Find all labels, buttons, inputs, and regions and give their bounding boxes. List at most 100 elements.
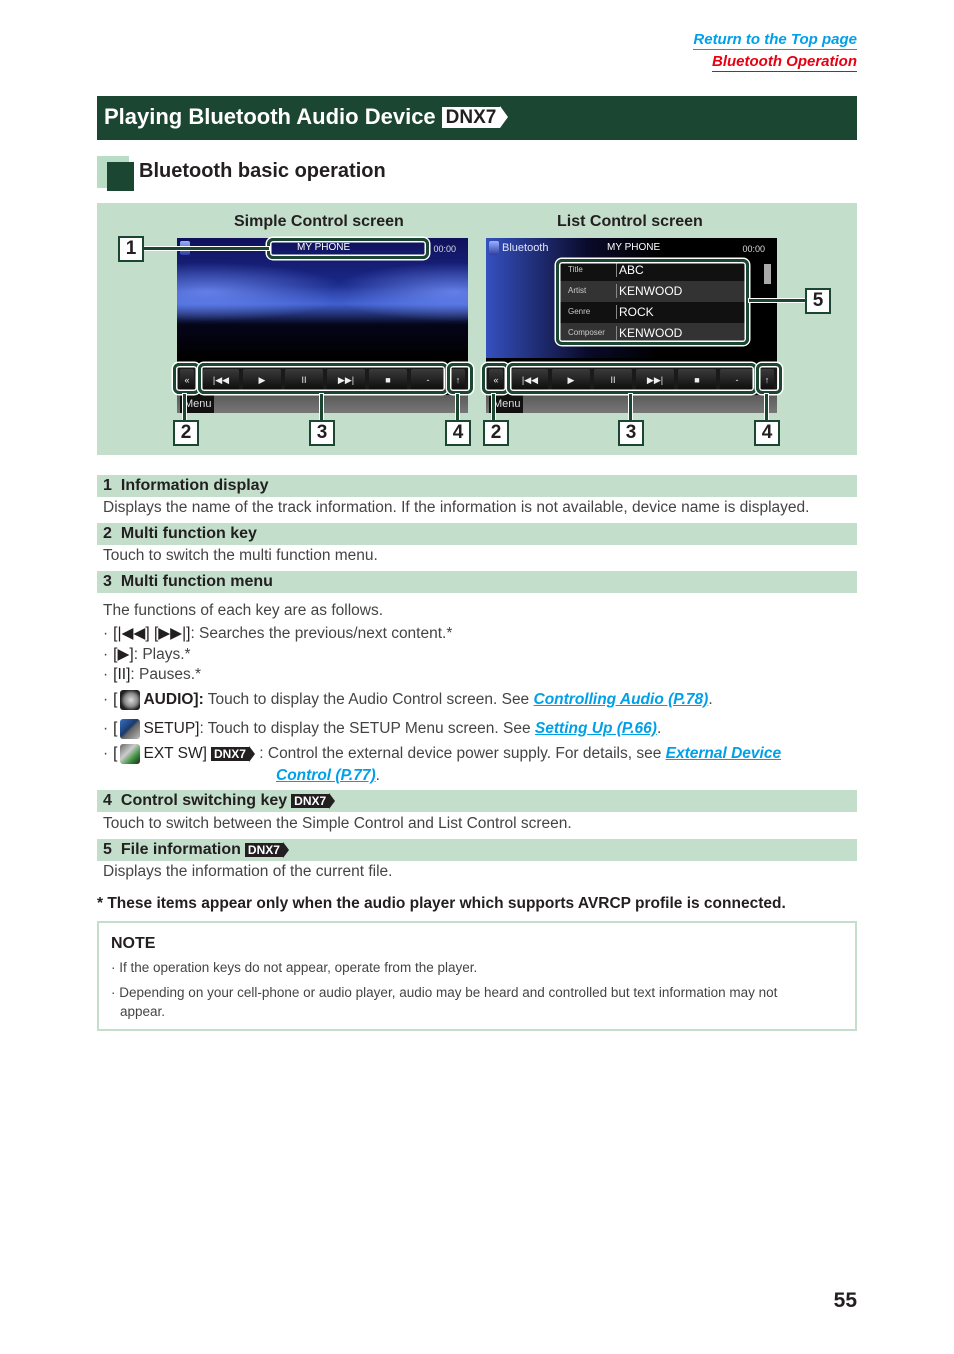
function-list-item-continued: Control (P.77) . [276, 767, 380, 785]
bullet-dot: · [103, 645, 109, 663]
callout-line-1 [143, 247, 269, 250]
avrcp-footnote: * These items appear only when the audio… [97, 895, 786, 912]
callout-box-1 [267, 238, 429, 259]
callout-box-4 [756, 363, 782, 394]
note-box: NOTE · If the operation keys do not appe… [97, 921, 857, 1031]
bullet-dot: · [103, 720, 109, 737]
bracket: [ [113, 745, 118, 762]
callout-2: 2 [173, 420, 199, 446]
item-title: File information [120, 841, 241, 858]
setup-icon [120, 719, 141, 739]
simple-control-label: Simple Control screen [234, 213, 404, 230]
play-time: 00:00 [742, 244, 765, 254]
function-text: : Pauses.* [130, 666, 202, 683]
callout-box-3 [198, 363, 448, 394]
function-list-item: · [II] : Pauses.* [103, 666, 201, 684]
item-title: Multi function menu [120, 573, 273, 590]
function-key: [|◀◀] [▶▶|] [113, 625, 191, 642]
bullet-dot: · [103, 624, 109, 642]
item-title: Multi function key [120, 525, 257, 542]
item-description: Touch to switch between the Simple Contr… [103, 815, 572, 832]
callout-line-3 [629, 394, 632, 421]
item-number: 1 [103, 477, 112, 494]
callout-box-5 [556, 259, 749, 345]
item-number: 3 [103, 573, 112, 590]
function-key: EXT SW] [143, 745, 207, 762]
return-to-top-link[interactable]: Return to the Top page [693, 31, 857, 50]
bullet-dot: · [103, 745, 109, 762]
callout-3: 3 [309, 420, 335, 446]
page-title-text: Playing Bluetooth Audio Device [104, 104, 436, 129]
item-number: 5 [103, 841, 112, 858]
callout-line-4 [456, 394, 459, 421]
callout-line-2 [183, 394, 186, 421]
punctuation: . [375, 767, 380, 784]
note-title: NOTE [111, 935, 156, 952]
model-badge: DNX7 [210, 746, 255, 762]
function-text: : Plays.* [133, 645, 191, 663]
callout-box-2 [173, 363, 200, 394]
scrollbar-thumb[interactable] [764, 264, 771, 284]
bracket: [ [113, 720, 118, 737]
function-list-item: · [ EXT SW] DNX7 : Control the external … [103, 744, 781, 764]
badge-arrow-icon [500, 106, 509, 128]
function-text: : Searches the previous/next content.* [190, 624, 453, 642]
source-label: Bluetooth [502, 242, 549, 254]
function-list-item: · [ AUDIO]: Touch to display the Audio C… [103, 690, 713, 710]
function-text: : Control the external device power supp… [254, 745, 666, 762]
item-description: The functions of each key are as follows… [103, 602, 384, 619]
function-key: [II] [113, 666, 131, 683]
model-badge-text: DNX7 [441, 106, 501, 128]
page-title: Playing Bluetooth Audio Device DNX7 [104, 104, 509, 130]
model-badge-text: DNX7 [291, 794, 330, 808]
callout-5: 5 [805, 288, 831, 314]
external-device-control-link[interactable]: Control (P.77) [276, 767, 376, 785]
screens-figure: Simple Control screen List Control scree… [97, 203, 857, 455]
function-key: SETUP] [143, 720, 200, 737]
callout-line-2 [492, 394, 495, 421]
ext-sw-icon [120, 744, 141, 764]
note-item-text: If the operation keys do not appear, ope… [119, 960, 478, 975]
note-item-continued: appear. [120, 1004, 166, 1019]
model-badge-text: DNX7 [244, 843, 283, 857]
callout-2: 2 [483, 420, 509, 446]
callout-1: 1 [118, 236, 144, 262]
external-device-control-link[interactable]: External Device [666, 745, 781, 763]
callout-4: 4 [754, 420, 780, 446]
item-header-file-information: 5 File information DNX7 [97, 839, 857, 861]
subsection-title: Bluetooth basic operation [139, 160, 386, 182]
callout-3: 3 [618, 420, 644, 446]
function-key: AUDIO]: [143, 691, 204, 708]
item-title: Information display [120, 477, 269, 494]
callout-box-4 [447, 363, 473, 394]
punctuation: . [708, 691, 713, 708]
callout-box-3 [507, 363, 757, 394]
item-description: Displays the name of the track informati… [103, 499, 810, 516]
model-badge: DNX7 [291, 793, 336, 809]
function-list-item: · [▶] : Plays.* [103, 645, 191, 664]
item-title: Control switching key [120, 792, 288, 809]
callout-line-4 [765, 394, 768, 421]
badge-arrow-icon [329, 793, 336, 809]
bracket: [ [113, 691, 118, 708]
controlling-audio-link[interactable]: Controlling Audio (P.78) [534, 691, 709, 709]
item-header-multi-function-key: 2 Multi function key [97, 523, 857, 545]
model-badge: DNX7 [441, 106, 509, 128]
item-description: Displays the information of the current … [103, 863, 393, 880]
function-text: Touch to display the Audio Control scree… [203, 691, 534, 708]
item-header-multi-function-menu: 3 Multi function menu [97, 571, 857, 593]
item-header-information-display: 1 Information display [97, 475, 857, 497]
note-item-text: Depending on your cell-phone or audio pl… [119, 985, 778, 1000]
item-number: 4 [103, 792, 112, 809]
callout-4: 4 [445, 420, 471, 446]
play-time: 00:00 [433, 244, 456, 254]
function-key: [▶] [113, 646, 134, 663]
subsection-marker-dark [107, 162, 134, 191]
badge-arrow-icon [282, 842, 289, 858]
note-item: · Depending on your cell-phone or audio … [111, 985, 778, 1000]
function-text: : Touch to display the SETUP Menu screen… [199, 720, 535, 737]
bluetooth-operation-link[interactable]: Bluetooth Operation [712, 53, 857, 72]
setting-up-link[interactable]: Setting Up (P.66) [535, 720, 657, 738]
model-badge: DNX7 [244, 842, 289, 858]
callout-box-2 [482, 363, 509, 394]
